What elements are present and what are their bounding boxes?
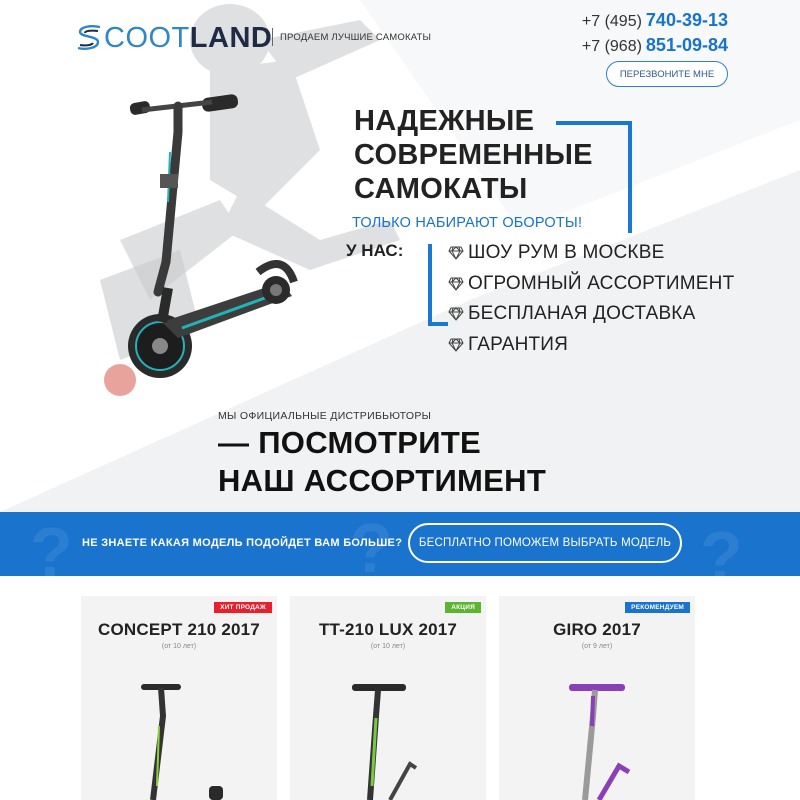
product-age: (от 10 лет) [161,643,197,650]
hero-headline-line-2: СОВРЕМЕННЫЕ [354,139,593,171]
decor-bracket-bottom [428,244,448,326]
feature-item: ШОУ РУМ В МОСКВЕ [448,238,734,269]
assortment-heading-line-1: — ПОСМОТРИТЕ [218,425,482,460]
help-choose-model-button[interactable]: БЕСПЛАТНО ПОМОЖЕМ ВЫБРАТЬ МОДЕЛЬ [408,523,682,563]
product-image[interactable] [499,676,695,800]
decor-question-mark: ? [700,517,743,576]
product-age: (от 9 лет) [581,643,613,650]
product-card[interactable]: АКЦИЯ TT-210 LUX 2017 (от 10 лет) [290,596,486,800]
site-logo[interactable]: COOT LAND [76,22,272,54]
product-title[interactable]: TT-210 LUX 2017 [290,620,486,640]
feature-text: БЕСПЛАНАЯ ДОСТАВКА [468,303,696,325]
hero-scooter-image [128,94,298,378]
phone-number-2[interactable]: +7 (968) 851-09-84 [582,35,728,56]
site-header: COOT LAND ПРОДАЕМ ЛУЧШИЕ САМОКАТЫ +7 (49… [0,0,800,90]
hero-headline: НАДЕЖНЫЕ СОВРЕМЕННЫЕ САМОКАТЫ [354,104,593,206]
product-image[interactable] [81,676,277,800]
logo-divider [272,28,273,46]
product-title[interactable]: CONCEPT 210 2017 [81,620,277,640]
product-age: (от 10 лет) [370,643,406,650]
feature-text: ОГРОМНЫЙ АССОРТИМЕНТ [468,272,735,294]
feature-item: ГАРАНТИЯ [448,330,734,361]
logo-s-icon [77,25,101,50]
phone-1-prefix: +7 (495) [581,13,642,30]
feature-text: ГАРАНТИЯ [468,333,569,355]
assortment-heading-line-2: НАШ АССОРТИМЕНТ [218,463,547,498]
phone-1-number: 740-39-13 [645,10,728,30]
diamond-icon [448,338,464,352]
hero-headline-line-1: НАДЕЖНЫЕ [354,105,535,137]
product-image[interactable] [290,676,486,800]
site-tagline: ПРОДАЕМ ЛУЧШИЕ САМОКАТЫ [280,32,432,43]
product-card[interactable]: РЕКОМЕНДУЕМ GIRO 2017 (от 9 лет) [499,596,695,800]
help-banner-text: НЕ ЗНАЕТЕ КАКАЯ МОДЕЛЬ ПОДОЙДЕТ ВАМ БОЛЬ… [82,537,403,549]
logo-text-scoot: COOT [104,22,190,54]
feature-item: БЕСПЛАНАЯ ДОСТАВКА [448,299,734,330]
hero-headline-line-3: САМОКАТЫ [354,173,528,205]
hero-subheadline: ТОЛЬКО НАБИРАЮТ ОБОРОТЫ! [352,215,583,231]
distributors-caption: МЫ ОФИЦИАЛЬНЫЕ ДИСТРИБЬЮТОРЫ [218,410,432,422]
diamond-icon [448,307,464,322]
decor-question-mark: ? [30,513,73,576]
product-title[interactable]: GIRO 2017 [499,620,695,640]
phone-2-prefix: +7 (968) [581,38,642,55]
feature-text: ШОУ РУМ В МОСКВЕ [468,242,665,264]
phone-2-number: 851-09-84 [645,35,728,55]
product-badge: РЕКОМЕНДУЕМ [625,602,690,613]
features-list: ШОУ РУМ В МОСКВЕ ОГРОМНЫЙ АССОРТИМЕНТ БЕ… [448,238,734,360]
callback-button[interactable]: ПЕРЕЗВОНИТЕ МНЕ [606,61,728,87]
phone-number-1[interactable]: +7 (495) 740-39-13 [582,10,728,31]
feature-item: ОГРОМНЫЙ АССОРТИМЕНТ [448,269,734,300]
product-card[interactable]: ХИТ ПРОДАЖ CONCEPT 210 2017 (от 10 лет) [81,596,277,800]
assortment-heading: — ПОСМОТРИТЕ НАШ АССОРТИМЕНТ [218,424,546,500]
logo-text-land: LAND [189,22,273,54]
product-badge: АКЦИЯ [445,602,481,613]
diamond-icon [448,246,464,261]
features-label: У НАС: [346,241,404,260]
diamond-icon [448,277,464,291]
product-badge: ХИТ ПРОДАЖ [214,602,272,613]
